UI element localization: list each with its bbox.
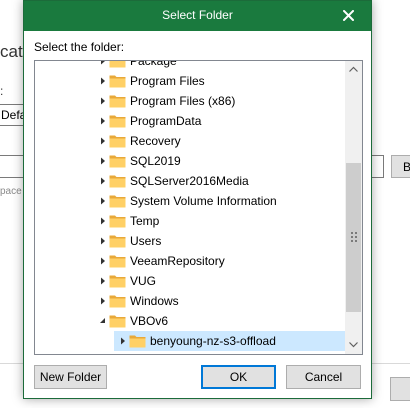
tree-item-label: Users — [130, 234, 162, 248]
chevron-down-icon[interactable] — [99, 317, 107, 325]
folder-icon — [109, 195, 126, 208]
background-footer-button[interactable] — [390, 377, 410, 401]
chevron-right-icon[interactable] — [99, 257, 107, 265]
folder-prompt: Select the folder: — [34, 40, 125, 54]
chevron-right-icon[interactable] — [99, 137, 107, 145]
chevron-right-icon[interactable] — [99, 117, 107, 125]
scroll-down-button[interactable] — [345, 337, 362, 354]
folder-icon — [109, 135, 126, 148]
tree-item[interactable]: SQLServer2016Media — [35, 171, 346, 191]
chevron-right-icon[interactable] — [99, 77, 107, 85]
tree-item[interactable]: System Volume Information — [35, 191, 346, 211]
chevron-right-icon[interactable] — [99, 297, 107, 305]
chevron-right-icon[interactable] — [99, 97, 107, 105]
tree-item-label: benyoung-nz-s3-offload — [150, 334, 276, 348]
tree-item-selected[interactable]: benyoung-nz-s3-offload — [35, 331, 346, 351]
tree-item-label: VeeamRepository — [130, 254, 225, 268]
folder-icon — [109, 235, 126, 248]
tree-item[interactable]: VeeamRepository — [35, 251, 346, 271]
folder-icon — [109, 255, 126, 268]
tree-item-label: System Volume Information — [130, 194, 277, 208]
tree-item[interactable]: Windows — [35, 291, 346, 311]
folder-icon — [109, 75, 126, 88]
tree-item[interactable]: VBOv6 — [35, 311, 346, 331]
background-field-label: : — [0, 84, 4, 98]
tree-item[interactable]: VUG — [35, 271, 346, 291]
chevron-right-icon[interactable] — [99, 60, 107, 65]
tree-item-label: Temp — [130, 214, 160, 228]
scrollbar-grip — [351, 232, 357, 242]
dialog-title-bar[interactable]: Select Folder — [24, 1, 371, 31]
scroll-up-button[interactable] — [345, 61, 362, 78]
tree-item[interactable]: Recovery — [35, 131, 346, 151]
dialog-title: Select Folder — [162, 8, 233, 22]
chevron-right-icon[interactable] — [119, 337, 127, 345]
background-browse-button[interactable]: B — [391, 155, 410, 178]
tree-item[interactable]: Program Files — [35, 71, 346, 91]
tree-item[interactable]: Package — [35, 60, 346, 71]
folder-tree-rows: Package Program Files Program Files (x86) P… — [35, 60, 346, 351]
ok-button[interactable]: OK — [201, 365, 276, 389]
folder-icon — [129, 335, 146, 348]
chevron-right-icon[interactable] — [99, 197, 107, 205]
chevron-right-icon[interactable] — [99, 157, 107, 165]
folder-icon — [109, 315, 126, 328]
folder-icon — [109, 155, 126, 168]
tree-item-label: Package — [130, 60, 177, 68]
tree-item[interactable]: SQL2019 — [35, 151, 346, 171]
tree-item-label: VBOv6 — [130, 314, 169, 328]
scroll-up-arrow-icon — [349, 66, 358, 72]
folder-icon — [109, 95, 126, 108]
tree-item[interactable]: Program Files (x86) — [35, 91, 346, 111]
scroll-down-arrow-icon — [349, 342, 358, 348]
folder-tree[interactable]: Package Program Files Program Files (x86) P… — [34, 60, 363, 355]
tree-item-label: Recovery — [130, 134, 181, 148]
chevron-right-icon[interactable] — [99, 277, 107, 285]
tree-item-label: VUG — [130, 274, 157, 288]
tree-item[interactable]: ProgramData — [35, 111, 346, 131]
tree-item-label: ProgramData — [130, 114, 202, 128]
tree-item-label: Program Files (x86) — [130, 94, 236, 108]
folder-icon — [109, 215, 126, 228]
tree-item-label: SQL2019 — [130, 154, 181, 168]
folder-icon — [109, 115, 126, 128]
tree-item[interactable]: Users — [35, 231, 346, 251]
tree-item[interactable]: Temp — [35, 211, 346, 231]
folder-icon — [109, 295, 126, 308]
folder-icon — [109, 61, 126, 68]
tree-item-label: Windows — [130, 294, 179, 308]
select-folder-dialog: Select Folder Select the folder: Package… — [23, 0, 372, 399]
vertical-scrollbar[interactable] — [345, 61, 362, 354]
close-button[interactable] — [327, 1, 371, 31]
chevron-right-icon[interactable] — [99, 217, 107, 225]
background-hint-text: pace — [0, 186, 22, 197]
folder-icon — [109, 175, 126, 188]
scrollbar-thumb[interactable] — [346, 163, 361, 312]
chevron-right-icon[interactable] — [99, 177, 107, 185]
close-icon — [343, 10, 354, 21]
tree-item-label: SQLServer2016Media — [130, 174, 249, 188]
new-folder-button[interactable]: New Folder — [34, 365, 107, 389]
chevron-right-icon[interactable] — [99, 237, 107, 245]
cancel-button[interactable]: Cancel — [286, 365, 361, 389]
tree-item-label: Program Files — [130, 74, 205, 88]
folder-icon — [109, 275, 126, 288]
